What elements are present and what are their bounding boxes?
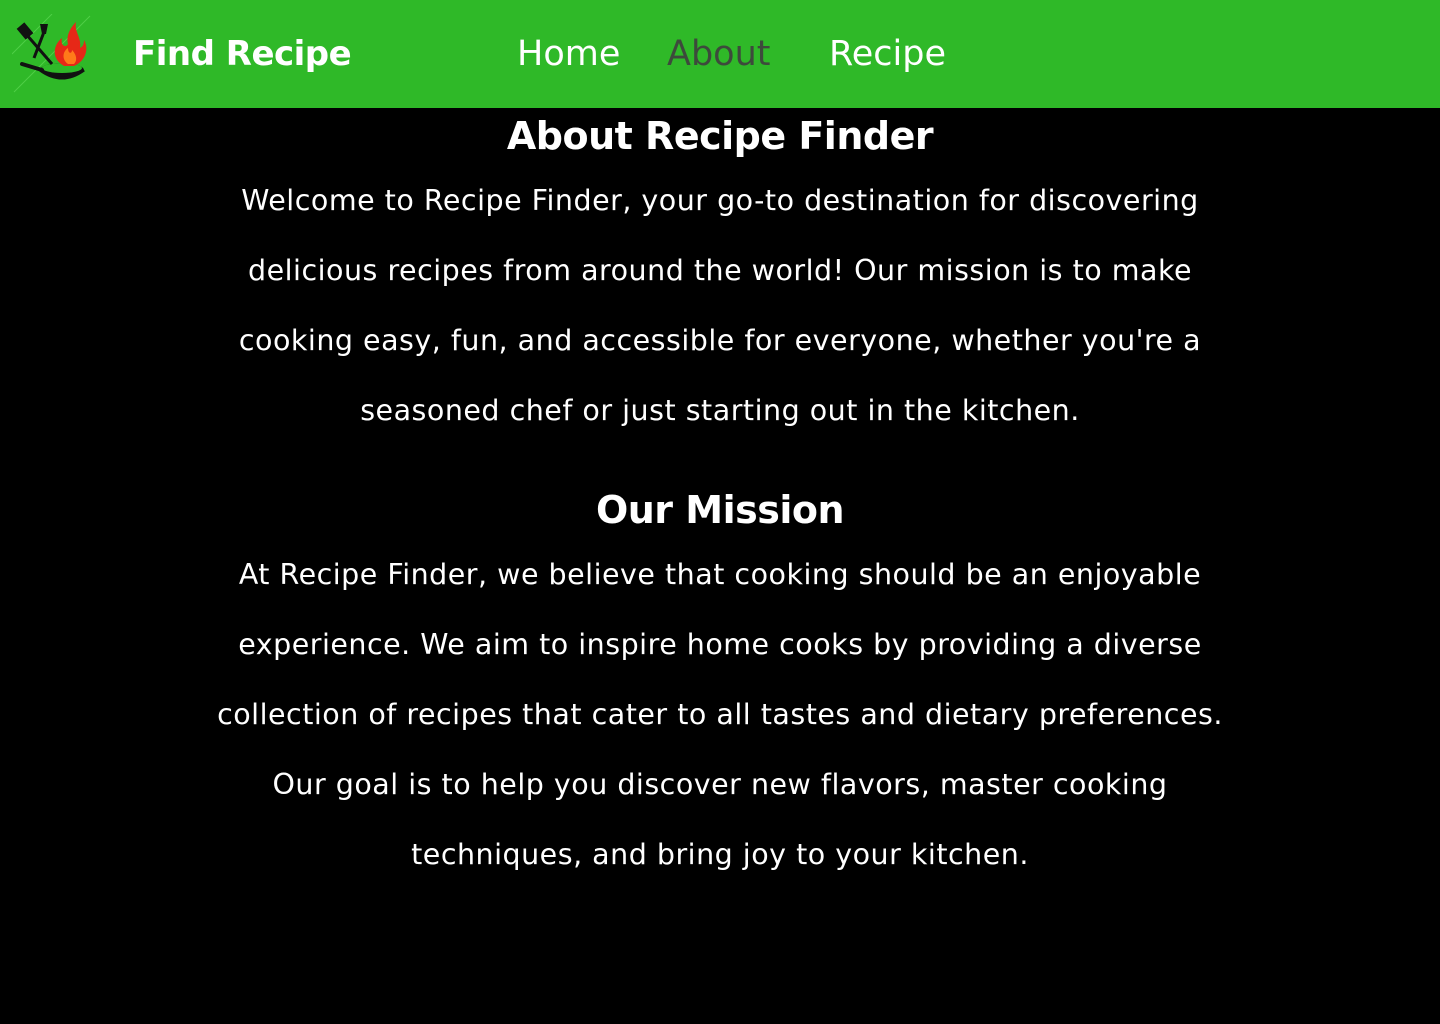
- mission-section: Our Mission At Recipe Finder, we believe…: [200, 482, 1240, 890]
- mission-title: Our Mission: [595, 488, 845, 532]
- nav-link-recipe[interactable]: Recipe: [829, 30, 946, 78]
- mission-text: At Recipe Finder, we believe that cookin…: [217, 558, 1223, 871]
- main-content: About Recipe Finder Welcome to Recipe Fi…: [200, 108, 1240, 890]
- brand-title[interactable]: Find Recipe: [133, 30, 352, 78]
- navbar: Find Recipe Home About Recipe: [0, 0, 1440, 108]
- nav-link-about[interactable]: About: [667, 30, 770, 78]
- logo-icon[interactable]: [12, 14, 92, 94]
- about-section: About Recipe Finder Welcome to Recipe Fi…: [200, 108, 1240, 446]
- about-text: Welcome to Recipe Finder, your go-to des…: [238, 184, 1202, 427]
- nav-link-home[interactable]: Home: [517, 30, 620, 78]
- about-title: About Recipe Finder: [506, 114, 934, 158]
